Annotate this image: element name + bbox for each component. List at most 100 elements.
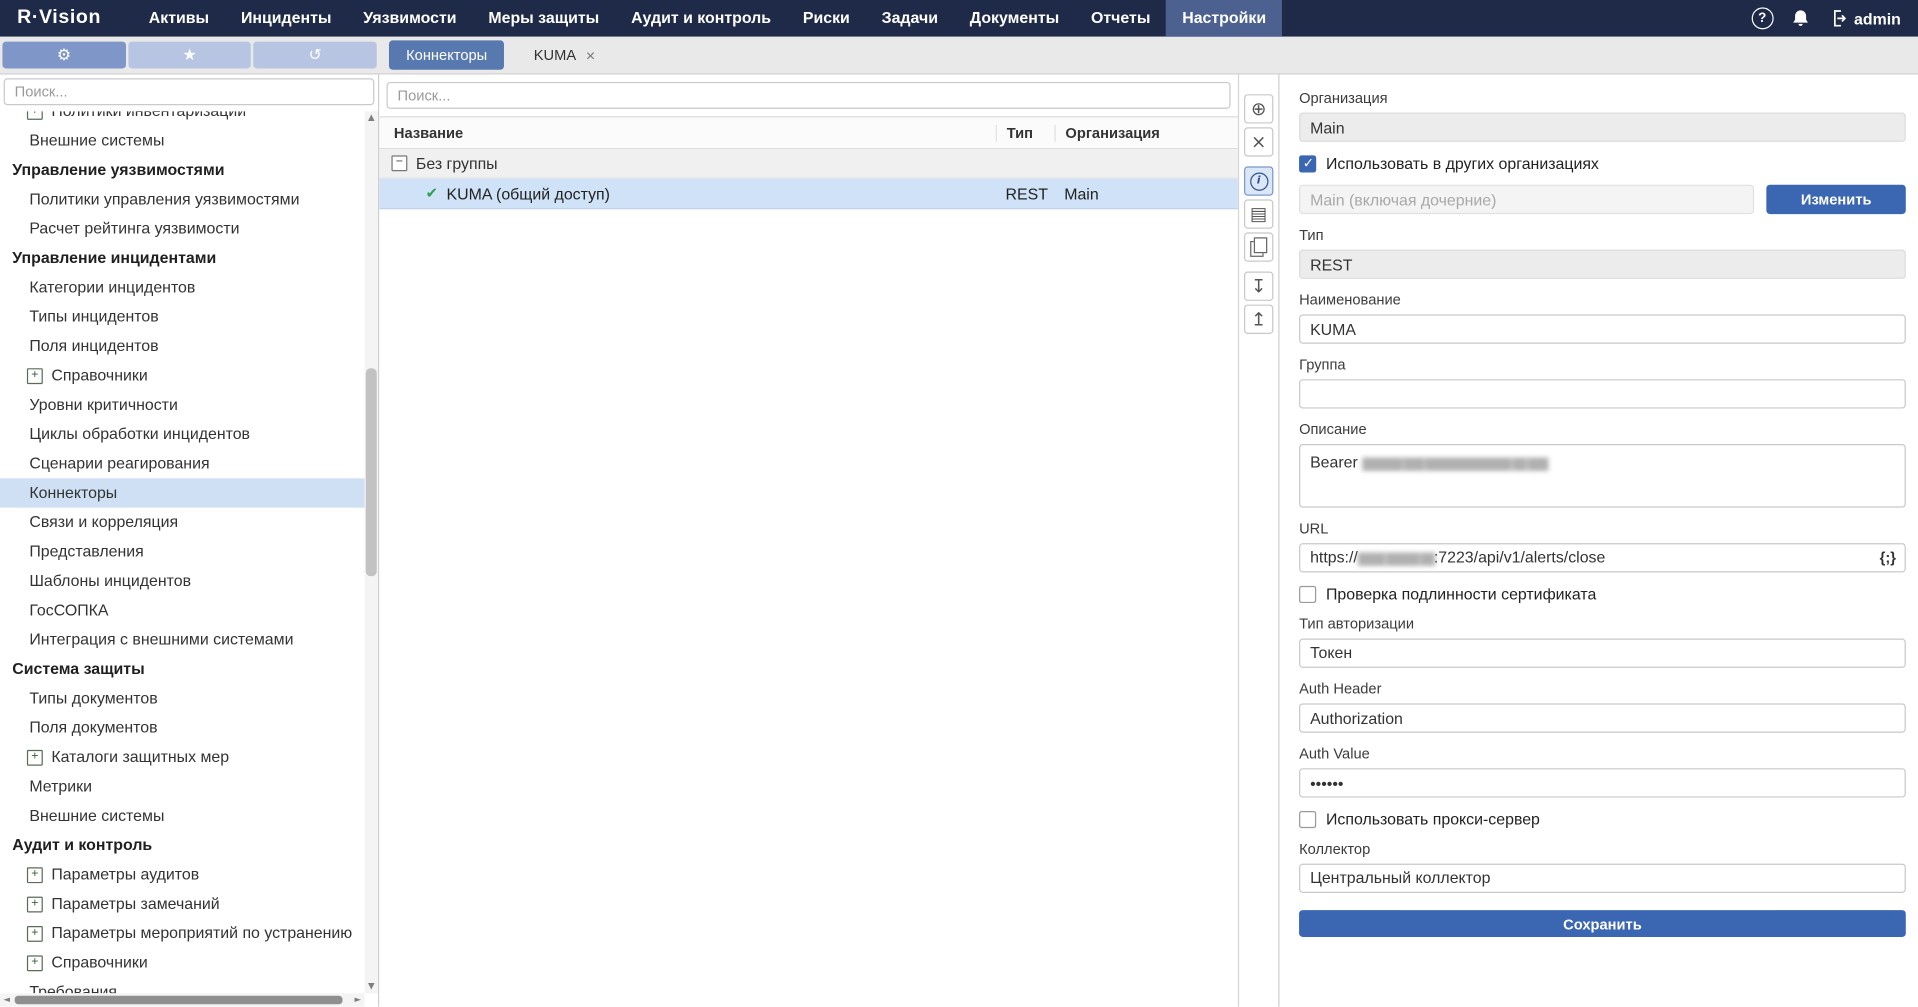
- tree-item[interactable]: Поля документов: [0, 713, 365, 742]
- tree-item-label: Параметры аудитов: [51, 860, 199, 889]
- logout-user-button[interactable]: admin: [1827, 9, 1901, 29]
- nav-item[interactable]: Инциденты: [225, 0, 347, 37]
- expand-plus-icon[interactable]: +: [27, 896, 43, 912]
- main-menu: АктивыИнцидентыУязвимостиМеры защитыАуди…: [133, 0, 1751, 37]
- nav-item[interactable]: Меры защиты: [472, 0, 615, 37]
- tree-item[interactable]: Связи и корреляция: [0, 508, 365, 537]
- description-textarea[interactable]: Bearer ██████ ███ █████████████ ██ ███: [1299, 444, 1906, 508]
- tree-item[interactable]: ГосСОПКА: [0, 596, 365, 625]
- scrollbar-thumb[interactable]: [15, 996, 343, 1005]
- nav-item[interactable]: Активы: [133, 0, 225, 37]
- tree-item[interactable]: Поля инцидентов: [0, 331, 365, 360]
- org-field: [1299, 113, 1906, 142]
- tree-item[interactable]: Требования: [0, 977, 365, 993]
- name-input[interactable]: [1299, 314, 1906, 343]
- tree-item[interactable]: Расчет рейтинга уязвимости: [0, 214, 365, 243]
- table-row[interactable]: ✔ KUMA (общий доступ) REST Main: [379, 179, 1238, 210]
- tree-item[interactable]: Категории инцидентов: [0, 273, 365, 302]
- proxy-checkbox[interactable]: [1299, 810, 1316, 827]
- tree-item-label: Система защиты: [12, 654, 144, 683]
- share-checkbox-row[interactable]: Использовать в других организациях: [1299, 154, 1906, 172]
- change-button[interactable]: Изменить: [1767, 185, 1906, 214]
- connectors-search-input[interactable]: [387, 82, 1231, 109]
- nav-item[interactable]: Уязвимости: [347, 0, 472, 37]
- vertical-scrollbar[interactable]: ▲ ▼: [365, 111, 378, 993]
- collector-select[interactable]: Центральный коллектор ▾: [1299, 864, 1906, 893]
- tree-item-label: Поля документов: [29, 713, 157, 742]
- expand-plus-icon[interactable]: +: [27, 111, 43, 119]
- save-button[interactable]: Сохранить: [1299, 910, 1906, 937]
- share-checkbox[interactable]: [1299, 155, 1316, 172]
- cert-checkbox-row[interactable]: Проверка подлинности сертификата: [1299, 585, 1906, 603]
- tree-item[interactable]: +Каталоги защитных мер: [0, 743, 365, 772]
- tab-connectors[interactable]: Коннекторы: [389, 40, 504, 69]
- nav-item[interactable]: Риски: [787, 0, 866, 37]
- tree-item[interactable]: +Параметры мероприятий по устранению: [0, 919, 365, 948]
- shared-check-icon: ✔: [426, 185, 438, 202]
- group-select[interactable]: ▾: [1299, 379, 1906, 408]
- tree-item[interactable]: Метрики: [0, 772, 365, 801]
- tree-item[interactable]: + Параметры аудитов: [0, 860, 365, 889]
- settings-tab[interactable]: ⚙: [2, 42, 125, 69]
- tree-item[interactable]: Политики управления уязвимостями: [0, 185, 365, 214]
- group-row[interactable]: − Без группы: [379, 149, 1238, 178]
- tree-item-label: Внешние системы: [29, 126, 164, 155]
- tree-item[interactable]: Уровни критичности: [0, 390, 365, 419]
- tree-item[interactable]: Типы инцидентов: [0, 302, 365, 331]
- tree-item[interactable]: +Параметры замечаний: [0, 889, 365, 918]
- export-icon[interactable]: ↥: [1244, 305, 1273, 334]
- nav-item[interactable]: Отчеты: [1075, 0, 1166, 37]
- info-icon[interactable]: i: [1244, 166, 1273, 195]
- column-header-type[interactable]: Тип: [996, 124, 1055, 141]
- table-view-icon[interactable]: ▤: [1244, 199, 1273, 228]
- sidebar-search-input[interactable]: [4, 78, 375, 105]
- tree-item[interactable]: Шаблоны инцидентов: [0, 566, 365, 595]
- proxy-checkbox-row[interactable]: Использовать прокси-сервер: [1299, 810, 1906, 828]
- expand-plus-icon[interactable]: +: [27, 867, 43, 883]
- column-header-org[interactable]: Организация: [1054, 124, 1237, 141]
- tree-item[interactable]: Представления: [0, 537, 365, 566]
- expand-plus-icon[interactable]: +: [27, 749, 43, 765]
- expand-plus-icon[interactable]: +: [27, 368, 43, 384]
- scrollbar-thumb[interactable]: [366, 368, 377, 576]
- collapse-icon[interactable]: −: [391, 155, 407, 171]
- tree-item[interactable]: +Справочники: [0, 948, 365, 977]
- tree-item[interactable]: +Справочники: [0, 361, 365, 390]
- tree-item[interactable]: Типы документов: [0, 684, 365, 713]
- url-input[interactable]: https://████ █████ ██:7223/api/v1/alerts…: [1299, 543, 1906, 572]
- auth-value-input[interactable]: [1299, 768, 1906, 797]
- tab-kuma[interactable]: KUMA ×: [517, 40, 613, 69]
- nav-item[interactable]: Документы: [954, 0, 1075, 37]
- scroll-up-icon[interactable]: ▲: [365, 111, 378, 124]
- tree-item-label: Сценарии реагирования: [29, 449, 209, 478]
- nav-item[interactable]: Настройки: [1166, 0, 1282, 37]
- notifications-bell-icon[interactable]: [1790, 9, 1810, 29]
- template-variables-icon[interactable]: {;}: [1880, 544, 1896, 571]
- column-header-name[interactable]: Название: [379, 124, 996, 141]
- help-icon[interactable]: ?: [1751, 7, 1773, 29]
- import-icon[interactable]: ↧: [1244, 272, 1273, 301]
- auth-header-label: Auth Header: [1299, 680, 1906, 697]
- close-tab-icon[interactable]: ×: [586, 47, 595, 63]
- auth-type-select[interactable]: Токен ▾: [1299, 639, 1906, 668]
- nav-item[interactable]: Задачи: [866, 0, 954, 37]
- clear-icon[interactable]: ×: [1244, 127, 1273, 156]
- favorites-tab[interactable]: ★: [128, 42, 251, 69]
- tree-item[interactable]: Коннекторы: [0, 478, 365, 507]
- url-suffix: :7223/api/v1/alerts/close: [1434, 548, 1606, 566]
- nav-item[interactable]: Аудит и контроль: [615, 0, 787, 37]
- expand-plus-icon[interactable]: +: [27, 925, 43, 941]
- tree-item[interactable]: Внешние системы: [0, 801, 365, 830]
- tree-item[interactable]: +Политики инвентаризации: [0, 111, 365, 126]
- tree-item[interactable]: Интеграция с внешними системами: [0, 625, 365, 654]
- tree-item[interactable]: Циклы обработки инцидентов: [0, 420, 365, 449]
- tree-item[interactable]: Внешние системы: [0, 126, 365, 155]
- cert-checkbox[interactable]: [1299, 585, 1316, 602]
- expand-plus-icon[interactable]: +: [27, 955, 43, 971]
- auth-header-input[interactable]: [1299, 703, 1906, 732]
- copy-icon[interactable]: [1244, 232, 1273, 261]
- history-tab[interactable]: ↺: [254, 42, 377, 69]
- add-icon[interactable]: ⊕: [1244, 94, 1273, 123]
- tree-item[interactable]: Сценарии реагирования: [0, 449, 365, 478]
- scroll-down-icon[interactable]: ▼: [365, 980, 378, 993]
